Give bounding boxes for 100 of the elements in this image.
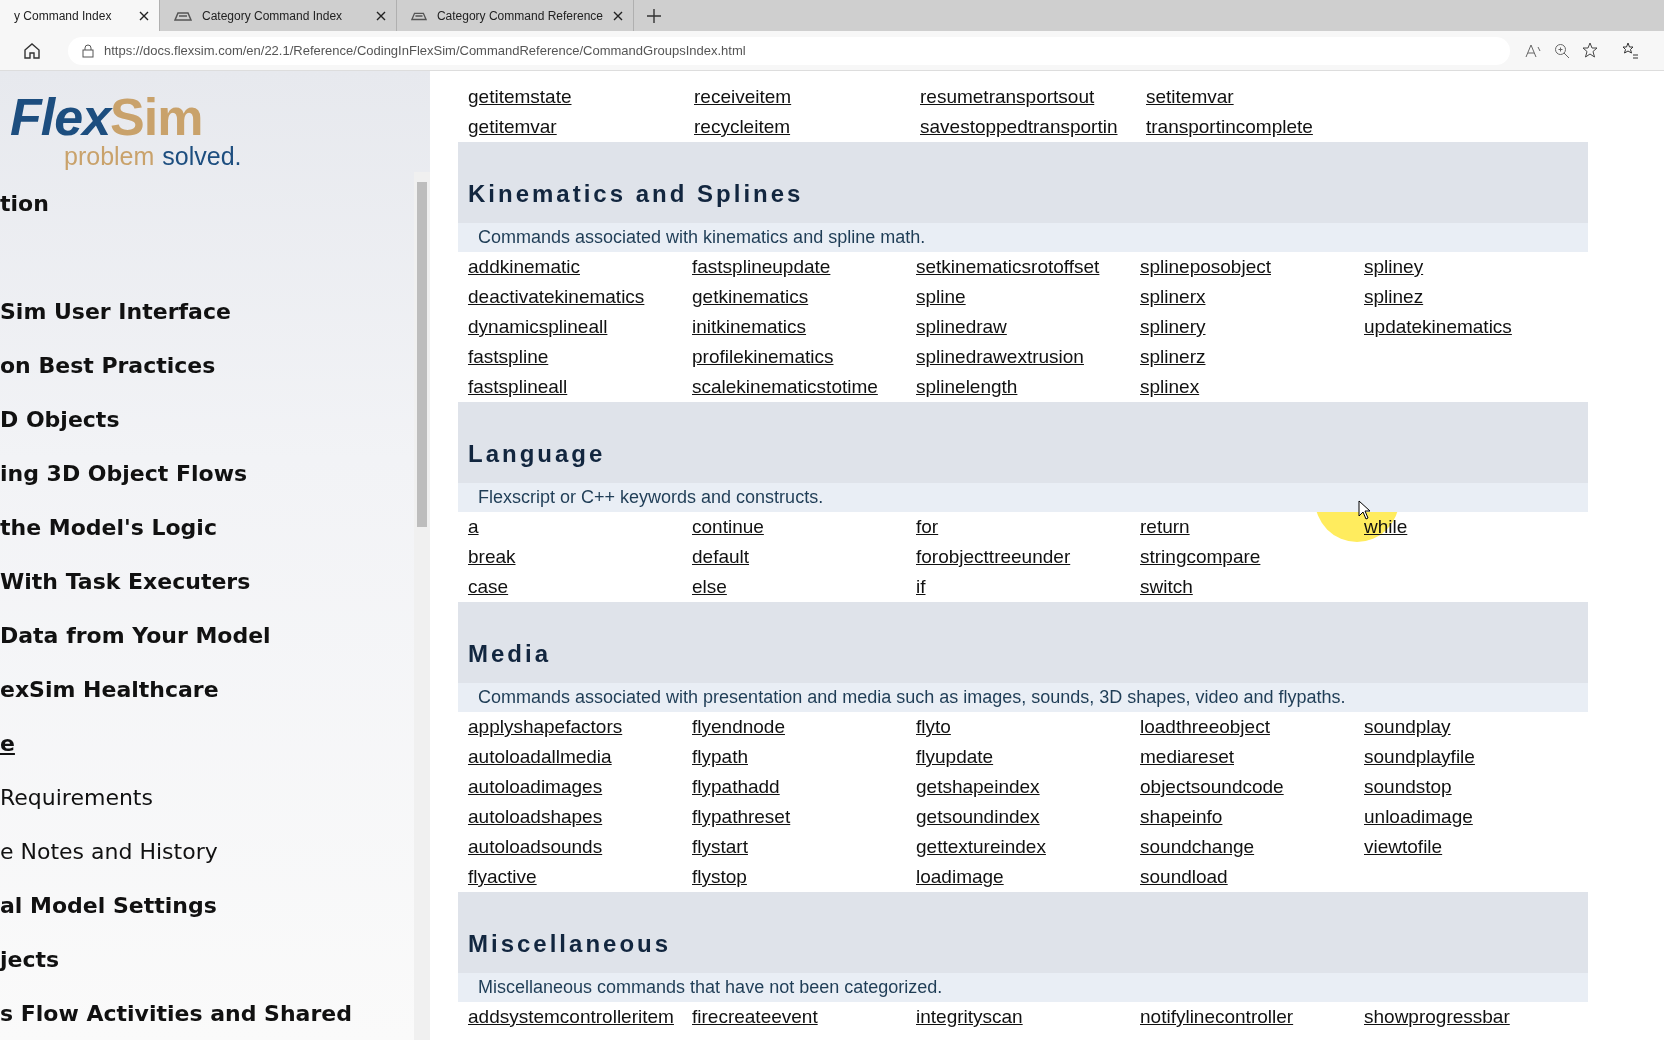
command-link[interactable]: spliney	[1364, 252, 1424, 282]
command-link[interactable]: flypathreset	[692, 802, 791, 832]
command-link[interactable]: soundplayfile	[1364, 742, 1475, 772]
sidebar-link[interactable]: tion	[0, 176, 49, 230]
command-link[interactable]: continue	[692, 512, 764, 542]
command-link[interactable]: deactivatekinematics	[468, 282, 645, 312]
command-link[interactable]: splinery	[1140, 312, 1206, 342]
command-link[interactable]: showprogressbar	[1364, 1002, 1510, 1032]
command-link[interactable]: spline	[916, 282, 966, 312]
command-link[interactable]: loadimage	[916, 862, 1004, 892]
command-link[interactable]: objectsoundcode	[1140, 772, 1284, 802]
command-link[interactable]: a	[468, 512, 479, 542]
command-link[interactable]: autoloadallmedia	[468, 742, 612, 772]
command-link[interactable]: return	[1140, 512, 1190, 542]
sidebar-link[interactable]: Requirements	[0, 770, 153, 824]
sidebar-link[interactable]: al Model Settings	[0, 878, 217, 932]
command-link[interactable]: unloadimage	[1364, 802, 1473, 832]
command-link[interactable]: forobjecttreeunder	[916, 542, 1071, 572]
command-link[interactable]: receiveitem	[694, 82, 792, 112]
command-link[interactable]: addkinematic	[468, 252, 580, 282]
command-link[interactable]: fastspline	[468, 342, 549, 372]
close-icon[interactable]	[376, 10, 386, 21]
command-link[interactable]: addsystemcontrolleritem	[468, 1002, 674, 1032]
command-link[interactable]: splinerx	[1140, 282, 1206, 312]
browser-tab[interactable]: y Command Index	[0, 0, 160, 31]
section-heading: Miscellaneous	[458, 892, 1588, 973]
command-link[interactable]: scalekinematicstotime	[692, 372, 878, 402]
command-link[interactable]: autoloadsounds	[468, 832, 603, 862]
command-link[interactable]: flystart	[692, 832, 748, 862]
command-link[interactable]: soundchange	[1140, 832, 1255, 862]
command-link[interactable]: firecreateevent	[692, 1002, 818, 1032]
command-link[interactable]: splineposobject	[1140, 252, 1271, 282]
command-link[interactable]: flyto	[916, 712, 951, 742]
command-link[interactable]: splinedrawextrusion	[916, 342, 1084, 372]
sidebar-link[interactable]: on Best Practices	[0, 338, 216, 392]
command-link[interactable]: profilekinematics	[692, 342, 834, 372]
command-link[interactable]: flystop	[692, 862, 747, 892]
sidebar-link[interactable]: jects	[0, 932, 60, 986]
command-link[interactable]: integrityscan	[916, 1002, 1023, 1032]
sidebar-link[interactable]: e Notes and History	[0, 824, 218, 878]
command-link[interactable]: getitemstate	[468, 82, 572, 112]
command-link[interactable]: splinez	[1364, 282, 1424, 312]
command-link[interactable]: autoloadshapes	[468, 802, 603, 832]
command-link[interactable]: notifylinecontroller	[1140, 1002, 1294, 1032]
command-link[interactable]: case	[468, 572, 509, 602]
command-link[interactable]: flyendnode	[692, 712, 785, 742]
sidebar-link[interactable]: s Flow Activities and Shared	[0, 986, 352, 1040]
sidebar-link[interactable]: e	[0, 716, 15, 770]
command-link[interactable]: splinelength	[916, 372, 1018, 402]
command-link[interactable]: flypath	[692, 742, 748, 772]
command-link[interactable]: soundstop	[1364, 772, 1452, 802]
command-link[interactable]: shapeinfo	[1140, 802, 1223, 832]
sidebar-link[interactable]: D Objects	[0, 392, 120, 446]
address-field[interactable]: https://docs.flexsim.com/en/22.1/Reference/CodingInFlexSim/CommandReference/CommandGroupsIndex.html	[68, 36, 1510, 65]
command-link[interactable]: getitemvar	[468, 112, 557, 142]
scrollbar[interactable]	[414, 172, 430, 1040]
command-link[interactable]: recycleitem	[694, 112, 791, 142]
command-link[interactable]: setitemvar	[1146, 82, 1234, 112]
command-link[interactable]: splinex	[1140, 372, 1200, 402]
command-link[interactable]: soundload	[1140, 862, 1228, 892]
command-link[interactable]: else	[692, 572, 727, 602]
command-link[interactable]: savestoppedtransportin	[920, 112, 1118, 142]
command-link[interactable]: splinerz	[1140, 342, 1206, 372]
command-link[interactable]: for	[916, 512, 939, 542]
command-link[interactable]: resumetransportsout	[920, 82, 1095, 112]
sidebar-link[interactable]: ing 3D Object Flows	[0, 446, 248, 500]
command-link[interactable]: autoloadimages	[468, 772, 603, 802]
command-link[interactable]: loadthreeobject	[1140, 712, 1270, 742]
sidebar-link[interactable]: the Model's Logic	[0, 500, 217, 554]
command-link[interactable]: flypathadd	[692, 772, 780, 802]
command-link[interactable]: fastsplineall	[468, 372, 568, 402]
command-link[interactable]: transportincomplete	[1146, 112, 1313, 142]
command-link[interactable]: if	[916, 572, 926, 602]
command-link[interactable]: getsoundindex	[916, 802, 1040, 832]
command-link[interactable]: viewtofile	[1364, 832, 1443, 862]
command-link[interactable]: gettextureindex	[916, 832, 1046, 862]
command-link[interactable]: getkinematics	[692, 282, 809, 312]
command-link[interactable]: dynamicsplineall	[468, 312, 608, 342]
command-link[interactable]: splinedraw	[916, 312, 1007, 342]
command-link[interactable]: switch	[1140, 572, 1193, 602]
logo[interactable]: FlexSim problem solved.	[0, 71, 430, 172]
command-link[interactable]: updatekinematics	[1364, 312, 1512, 342]
command-link[interactable]: stringcompare	[1140, 542, 1261, 572]
close-icon[interactable]	[139, 10, 149, 21]
command-link[interactable]: initkinematics	[692, 312, 807, 342]
command-link[interactable]: getshapeindex	[916, 772, 1040, 802]
command-link[interactable]: break	[468, 542, 516, 572]
sidebar-link[interactable]: Sim User Interface	[0, 284, 231, 338]
command-link[interactable]: flyupdate	[916, 742, 994, 772]
sidebar-link[interactable]: With Task Executers	[0, 554, 251, 608]
command-link[interactable]: applyshapefactors	[468, 712, 623, 742]
command-link[interactable]: setkinematicsrotoffset	[916, 252, 1100, 282]
close-icon[interactable]	[613, 10, 623, 21]
command-link[interactable]: fastsplineupdate	[692, 252, 831, 282]
command-link[interactable]: mediareset	[1140, 742, 1234, 772]
sidebar-link[interactable]: exSim Healthcare	[0, 662, 219, 716]
command-link[interactable]: flyactive	[468, 862, 537, 892]
command-link[interactable]: soundplay	[1364, 712, 1451, 742]
sidebar-link[interactable]: Data from Your Model	[0, 608, 271, 662]
command-link[interactable]: default	[692, 542, 750, 572]
